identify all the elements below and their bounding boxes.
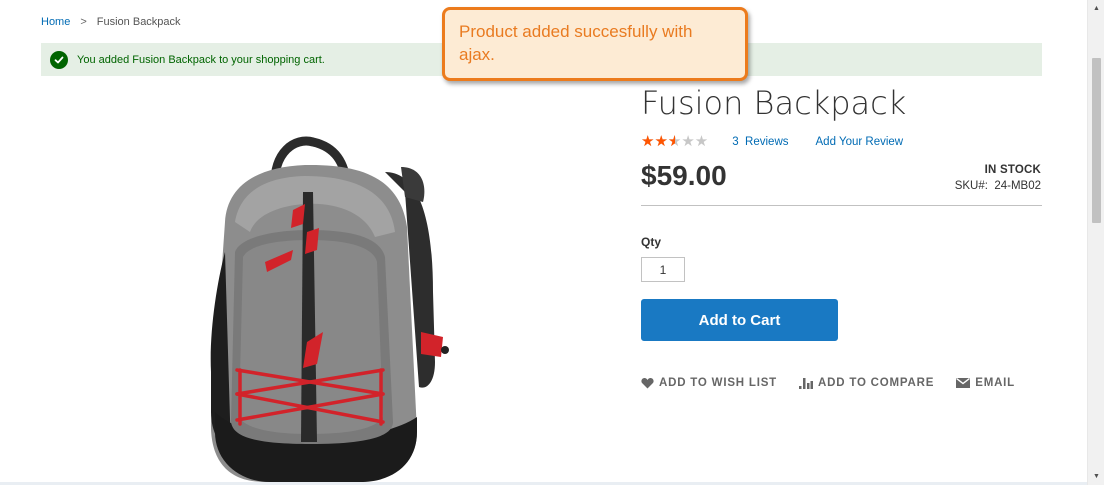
rating-stars: ★★★★★ ★★★★★ — [641, 134, 708, 150]
stock-info: IN STOCK SKU#: 24-MB02 — [955, 164, 1041, 192]
reviews-link[interactable]: 3 Reviews — [732, 136, 788, 148]
add-to-wishlist-link[interactable]: ADD TO WISH LIST — [641, 377, 777, 389]
vertical-scrollbar[interactable]: ▲ ▼ — [1087, 0, 1104, 485]
star-filled-icons: ★★★★★ — [641, 134, 675, 150]
sku-line: SKU#: 24-MB02 — [955, 180, 1041, 192]
scroll-up-arrow-icon[interactable]: ▲ — [1088, 0, 1104, 17]
scroll-down-arrow-icon[interactable]: ▼ — [1088, 468, 1104, 485]
checkmark-icon — [50, 50, 68, 69]
email-link[interactable]: EMAIL — [956, 377, 1015, 389]
envelope-icon — [956, 378, 971, 388]
scrollbar-thumb[interactable] — [1092, 58, 1101, 223]
annotation-callout: Product added succesfully with ajax. — [442, 7, 748, 81]
add-to-cart-button[interactable]: Add to Cart — [641, 299, 838, 341]
product-price: $59.00 — [641, 160, 727, 191]
success-message-text: You added Fusion Backpack to your shoppi… — [77, 53, 325, 66]
breadcrumb-separator: > — [80, 16, 87, 28]
stock-status: IN STOCK — [984, 164, 1041, 176]
reviews-label: Reviews — [745, 136, 789, 148]
email-label: EMAIL — [975, 377, 1015, 389]
divider — [641, 205, 1042, 206]
heart-icon — [641, 378, 654, 389]
qty-input[interactable] — [641, 257, 685, 282]
sku-value: 24-MB02 — [994, 180, 1041, 192]
add-review-link[interactable]: Add Your Review — [816, 136, 904, 148]
breadcrumb-current: Fusion Backpack — [96, 16, 181, 28]
product-rating: ★★★★★ ★★★★★ 3 Reviews Add Your Review — [641, 134, 903, 150]
product-title: Fusion Backpack — [641, 84, 907, 122]
review-count: 3 — [732, 136, 739, 148]
breadcrumb: Home > Fusion Backpack — [41, 16, 181, 28]
add-to-compare-link[interactable]: ADD TO COMPARE — [799, 377, 934, 389]
qty-label: Qty — [641, 235, 662, 249]
sku-label: SKU#: — [954, 180, 988, 192]
product-image[interactable] — [195, 132, 455, 485]
product-actions: ADD TO WISH LIST ADD TO COMPARE EMAIL — [641, 377, 1037, 389]
compare-icon — [799, 378, 814, 389]
compare-label: ADD TO COMPARE — [818, 377, 935, 389]
backpack-image — [210, 136, 449, 482]
wishlist-label: ADD TO WISH LIST — [659, 377, 778, 389]
breadcrumb-home-link[interactable]: Home — [41, 16, 70, 28]
